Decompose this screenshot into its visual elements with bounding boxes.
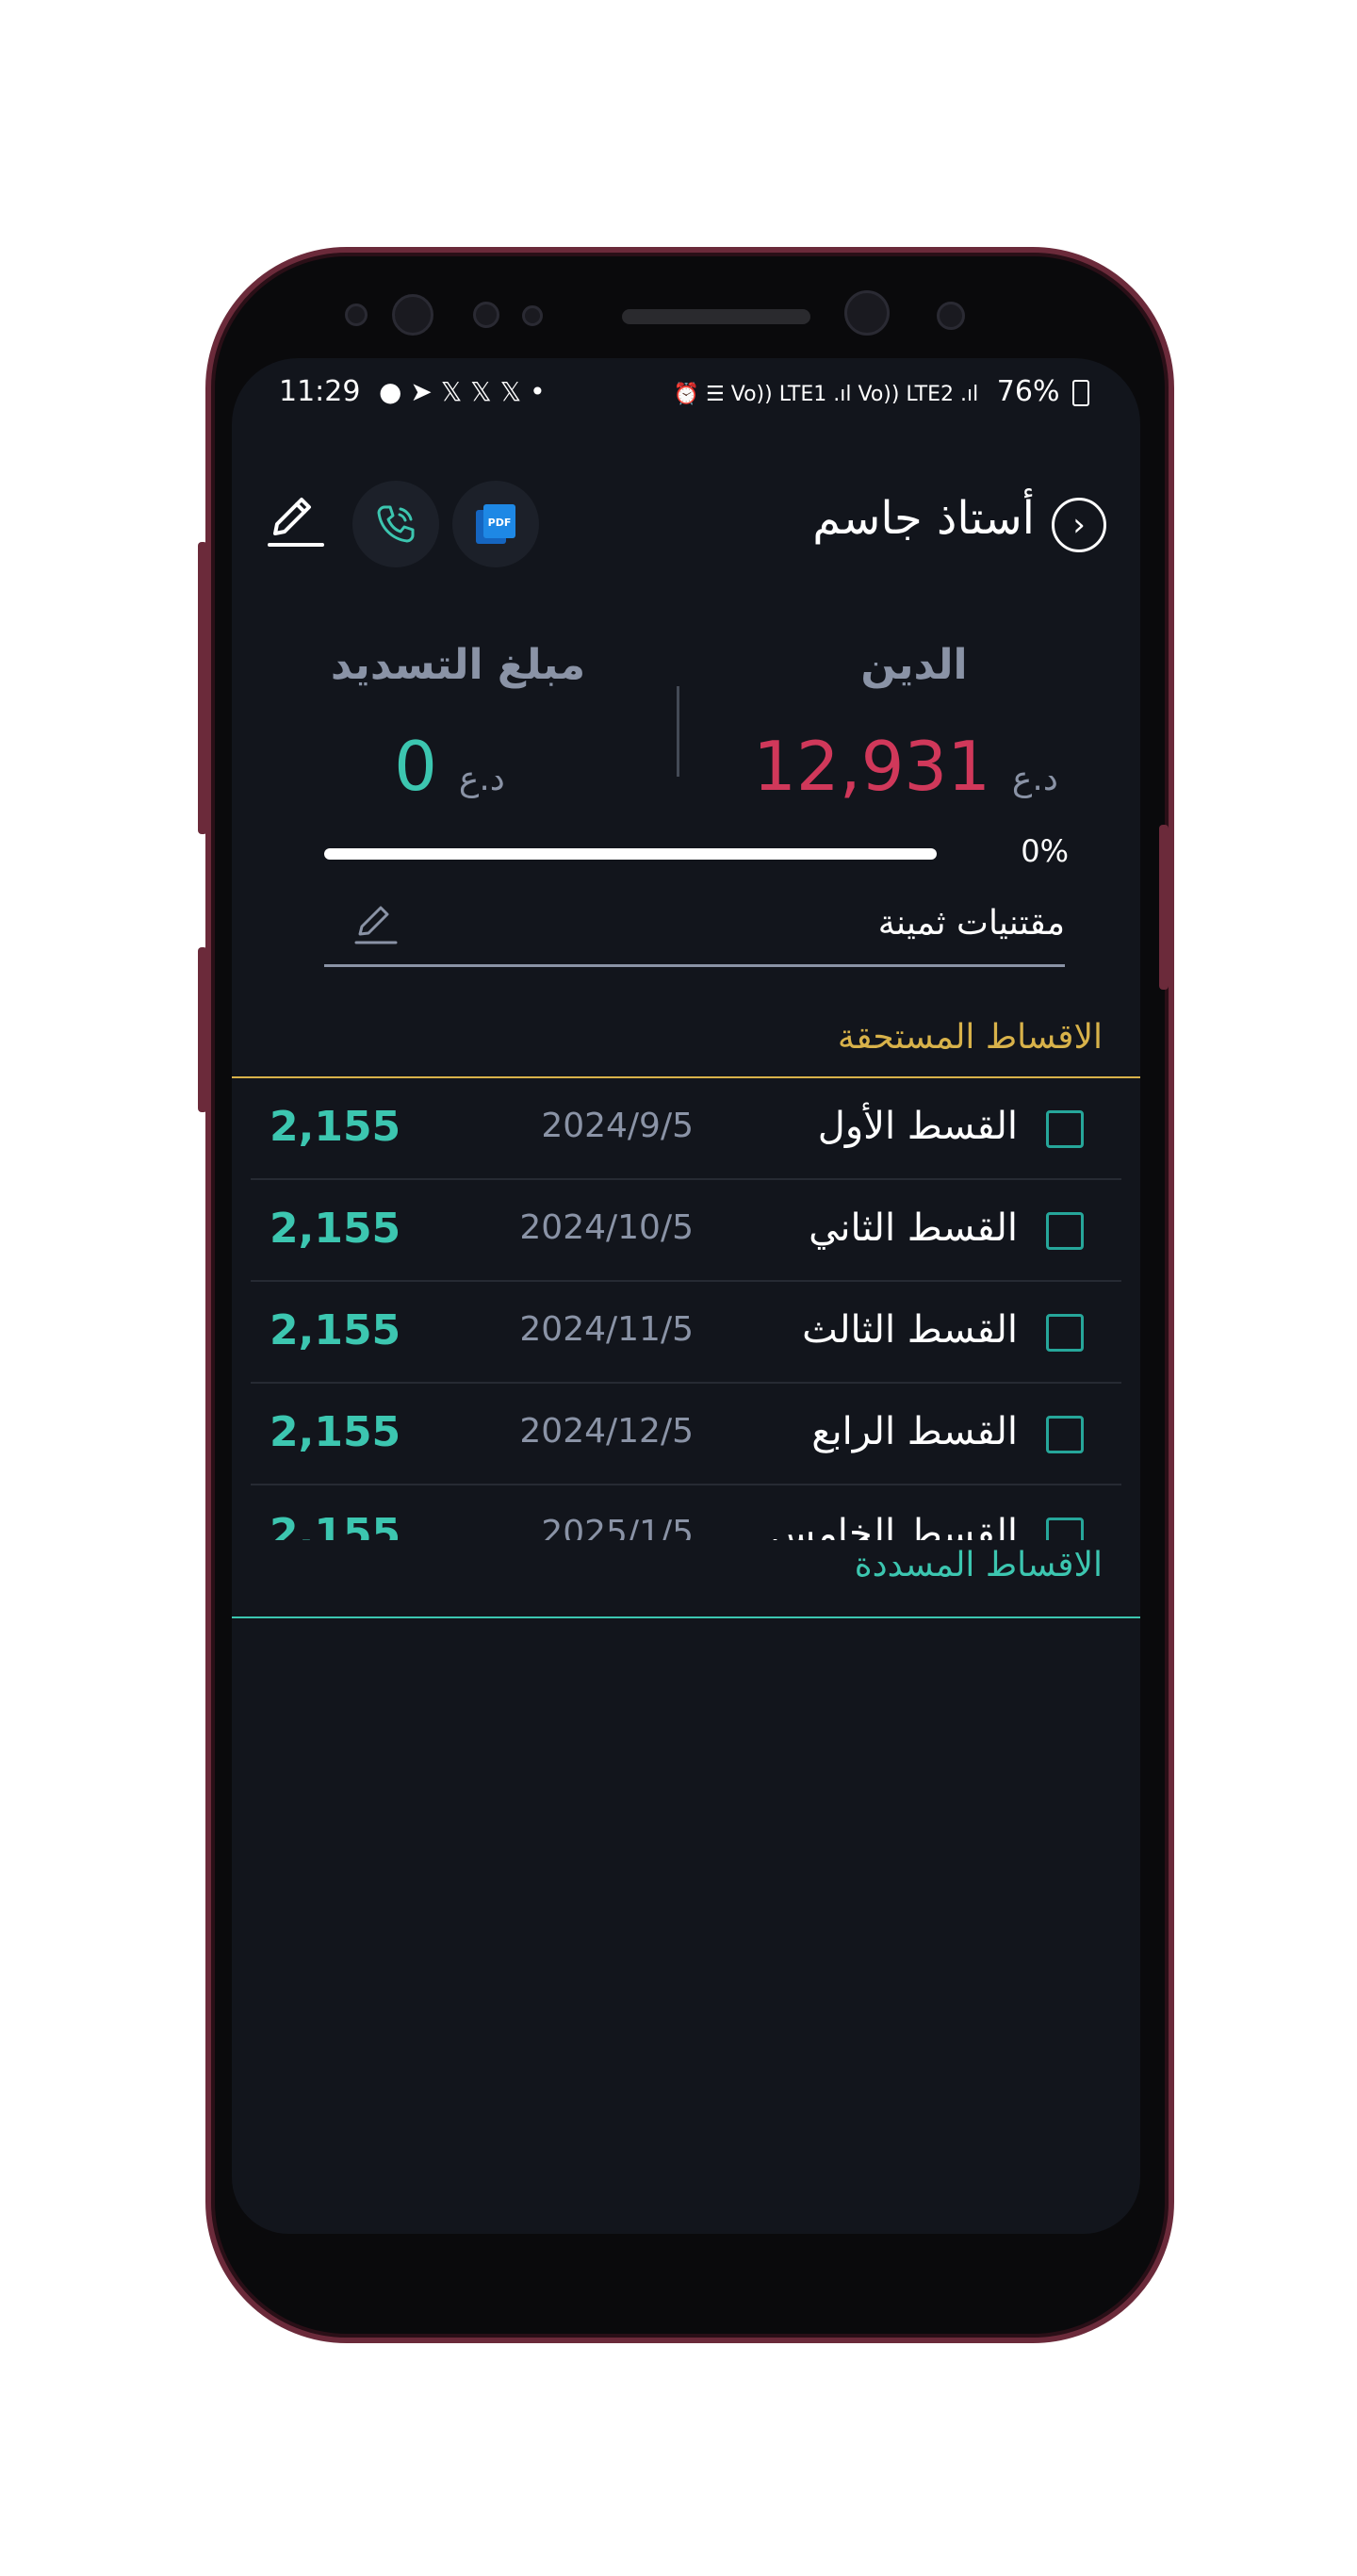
- paid-value: 0: [394, 727, 437, 806]
- installment-row[interactable]: القسط الخامس 2025/1/5 2,155: [251, 1485, 1121, 1540]
- installment-row[interactable]: القسط الثاني 2024/10/5 2,155: [251, 1180, 1121, 1282]
- debt-currency: د.ع: [1011, 760, 1058, 798]
- pencil-icon: [268, 498, 324, 547]
- note-field[interactable]: مقتنيات ثمينة: [324, 900, 1065, 967]
- page-title: أستاذ جاسم: [812, 492, 1035, 545]
- installment-amount: 2,155: [270, 1205, 401, 1253]
- iris-camera: [937, 302, 965, 330]
- edit-note-icon[interactable]: [352, 900, 400, 947]
- installment-name: القسط الثالث: [802, 1308, 1018, 1352]
- note-text: مقتنيات ثمينة: [877, 904, 1065, 943]
- installment-date: 2024/10/5: [519, 1208, 694, 1247]
- installment-checkbox[interactable]: [1046, 1416, 1084, 1453]
- paid-installments-title: الاقساط المسددة: [854, 1546, 1103, 1584]
- app-header: › أستاذ جاسم PDF: [232, 481, 1140, 575]
- due-installments-title: الاقساط المستحقة: [837, 1018, 1103, 1057]
- status-left: 11:29 ● ➤ 𝕏 𝕏 𝕏 •: [279, 375, 546, 408]
- iris-sensor: [392, 294, 433, 336]
- summary-divider: [677, 686, 679, 777]
- paid-amount: د.ع 0: [279, 727, 637, 806]
- notification-icons: ● ➤ 𝕏 𝕏 𝕏 •: [379, 376, 546, 407]
- progress-percent: 0%: [1021, 833, 1069, 869]
- sensor-dot: [345, 304, 368, 326]
- back-button[interactable]: ›: [1052, 498, 1106, 552]
- summary-panel: الدين د.ع 12,931 مبلغ التسديد د.ع 0: [232, 641, 1140, 848]
- battery-level: 76%: [996, 375, 1060, 408]
- signal-icons: ⏰ ☰ Vo)) LTE1 .ıl Vo)) LTE2 .ıl: [673, 383, 979, 406]
- paid-label: مبلغ التسديد: [330, 641, 586, 689]
- bixby-button: [198, 947, 207, 1112]
- debt-value: 12,931: [753, 727, 991, 806]
- installment-amount: 2,155: [270, 1408, 401, 1456]
- installment-date: 2024/9/5: [541, 1107, 694, 1145]
- installment-name: القسط الرابع: [811, 1410, 1018, 1453]
- installment-date: 2025/1/5: [541, 1514, 694, 1540]
- call-button[interactable]: [352, 481, 439, 567]
- installment-name: القسط الخامس: [769, 1512, 1018, 1540]
- export-pdf-button[interactable]: PDF: [452, 481, 539, 567]
- paid-section-divider: [232, 1616, 1140, 1618]
- chevron-right-icon: ›: [1072, 506, 1086, 544]
- pdf-icon: PDF: [476, 504, 515, 544]
- debt-column: الدين د.ع 12,931: [735, 641, 1093, 806]
- status-bar: 11:29 ● ➤ 𝕏 𝕏 𝕏 • ⏰ ☰ Vo)) LTE1 .ıl Vo))…: [232, 368, 1140, 415]
- pdf-icon-label: PDF: [488, 517, 512, 529]
- installment-row[interactable]: القسط الرابع 2024/12/5 2,155: [251, 1384, 1121, 1485]
- installment-row[interactable]: القسط الثالث 2024/11/5 2,155: [251, 1282, 1121, 1384]
- installment-date: 2024/12/5: [519, 1412, 694, 1451]
- installment-checkbox[interactable]: [1046, 1212, 1084, 1250]
- installment-date: 2024/11/5: [519, 1310, 694, 1349]
- installment-name: القسط الثاني: [809, 1206, 1018, 1250]
- power-button: [1159, 825, 1169, 990]
- payment-progress-bar: [324, 848, 937, 860]
- app-screen: 11:29 ● ➤ 𝕏 𝕏 𝕏 • ⏰ ☰ Vo)) LTE1 .ıl Vo))…: [232, 358, 1140, 2234]
- debt-amount: د.ع 12,931: [735, 727, 1093, 806]
- paid-column: مبلغ التسديد د.ع 0: [279, 641, 637, 806]
- phone-call-icon: [377, 505, 415, 543]
- status-right: ⏰ ☰ Vo)) LTE1 .ıl Vo)) LTE2 .ıl 76%: [674, 375, 1089, 408]
- installment-checkbox[interactable]: [1046, 1518, 1084, 1540]
- front-camera: [844, 290, 890, 336]
- installment-name: القسط الأول: [817, 1105, 1018, 1148]
- installment-amount: 2,155: [270, 1510, 401, 1540]
- volume-button: [198, 542, 207, 834]
- installments-list[interactable]: القسط الأول 2024/9/5 2,155 القسط الثاني 2024…: [251, 1078, 1121, 1540]
- installment-row[interactable]: القسط الأول 2024/9/5 2,155: [251, 1078, 1121, 1180]
- light-sensor: [522, 305, 543, 326]
- paid-currency: د.ع: [458, 760, 505, 798]
- status-time: 11:29: [279, 375, 361, 408]
- battery-icon: [1072, 379, 1089, 406]
- earpiece-speaker: [622, 309, 810, 324]
- edit-button[interactable]: [266, 490, 326, 550]
- debt-label: الدين: [860, 641, 968, 689]
- installment-checkbox[interactable]: [1046, 1314, 1084, 1352]
- installment-amount: 2,155: [270, 1306, 401, 1354]
- proximity-sensor: [473, 302, 499, 328]
- installment-checkbox[interactable]: [1046, 1110, 1084, 1148]
- installment-amount: 2,155: [270, 1103, 401, 1151]
